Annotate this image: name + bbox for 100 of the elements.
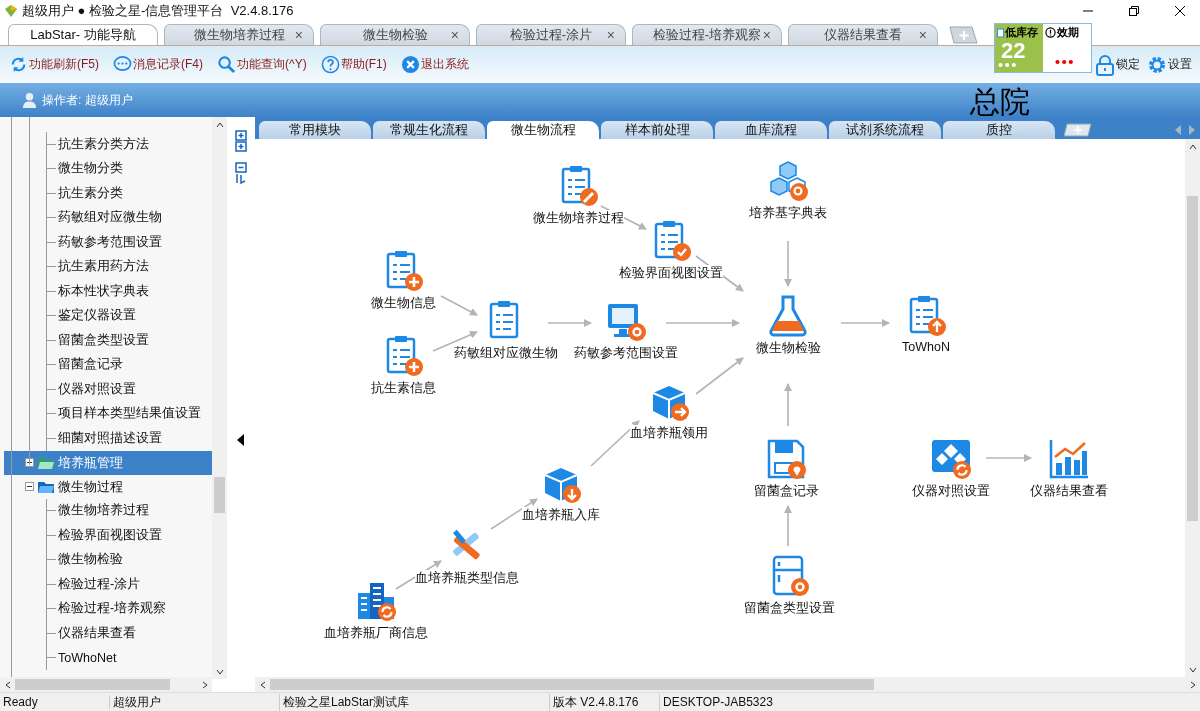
toolbar-button[interactable]: 退出系统 bbox=[397, 53, 472, 76]
more-dots-icon bbox=[1055, 59, 1075, 65]
close-icon[interactable] bbox=[1174, 5, 1186, 17]
flow-node-label[interactable]: 微生物培养过程 bbox=[532, 210, 624, 227]
flow-arrow bbox=[985, 454, 1032, 462]
low-stock-count: 22 bbox=[1000, 40, 1026, 62]
bar-chart-icon[interactable] bbox=[1047, 437, 1091, 481]
tree-item[interactable]: 微生物检验 bbox=[56, 550, 125, 570]
flow-node-label[interactable]: 留菌盒记录 bbox=[753, 483, 819, 500]
flow-node-label[interactable]: 仪器对照设置 bbox=[912, 483, 990, 500]
flask-icon[interactable] bbox=[766, 294, 810, 338]
status-text: 版本 V2.4.8.176 bbox=[550, 693, 660, 711]
tree-item[interactable]: 微生物分类 bbox=[56, 159, 125, 179]
document-icon bbox=[997, 27, 1004, 38]
operator-label: 操作者: 超级用户 bbox=[42, 91, 133, 109]
scrollbar-thumb[interactable] bbox=[270, 679, 874, 690]
status-text: 检验之星LabStar测试库 bbox=[280, 693, 550, 711]
flow-node-label[interactable]: 抗生素信息 bbox=[370, 380, 436, 397]
module-tab[interactable]: 质控 bbox=[943, 121, 1055, 139]
module-tab[interactable]: 微生物流程 bbox=[487, 121, 599, 139]
add-tab-icon[interactable] bbox=[948, 26, 978, 44]
flow-node-label[interactable]: 培养基字典表 bbox=[749, 205, 827, 222]
tree-item[interactable]: 检验过程-培养观察 bbox=[56, 599, 169, 619]
scroll-right-icon[interactable] bbox=[1188, 125, 1196, 135]
toolbar-button[interactable]: 功能查询(^Y) bbox=[214, 53, 310, 76]
alert-panel[interactable]: 低库存 22 效期 bbox=[994, 23, 1092, 73]
tree-item[interactable]: 药敏参考范围设置 bbox=[56, 232, 164, 252]
restore-icon[interactable] bbox=[1128, 5, 1140, 17]
tree-item[interactable]: 检验界面视图设置 bbox=[56, 525, 164, 545]
module-tab[interactable]: 常用模块 bbox=[259, 121, 371, 139]
flow-node-label[interactable]: 血培养瓶厂商信息 bbox=[324, 625, 428, 642]
tree-item[interactable]: 仪器结果查看 bbox=[56, 623, 138, 643]
flow-node-label[interactable]: 微生物检验 bbox=[755, 340, 821, 357]
folder-icon bbox=[37, 479, 55, 494]
flow-node-label[interactable]: ToWhoN bbox=[902, 340, 950, 354]
scrollbar-thumb[interactable] bbox=[15, 679, 170, 690]
lock-icon bbox=[1094, 53, 1116, 76]
flow-node-label[interactable]: 微生物信息 bbox=[370, 295, 436, 312]
scrollbar-thumb[interactable] bbox=[1187, 196, 1198, 521]
module-tab[interactable]: 常规生化流程 bbox=[373, 121, 485, 139]
grid-icon[interactable] bbox=[929, 437, 973, 481]
expander-icon[interactable] bbox=[25, 458, 34, 467]
tree-item[interactable]: 抗生素用药方法 bbox=[56, 257, 151, 277]
tree-item[interactable]: 标本性状字典表 bbox=[56, 281, 151, 301]
toolbar-button[interactable]: 帮助(F1) bbox=[317, 53, 390, 76]
module-tab[interactable]: 血库流程 bbox=[715, 121, 827, 139]
chat-bubble-icon bbox=[113, 55, 132, 74]
tree-item[interactable]: 检验过程-涂片 bbox=[56, 574, 143, 594]
expiry-label: 效期 bbox=[1057, 25, 1079, 40]
status-text: 超级用户 bbox=[110, 693, 280, 711]
tree-item[interactable]: 留菌盒记录 bbox=[56, 355, 125, 375]
tree-item[interactable]: 细菌对照描述设置 bbox=[56, 428, 164, 448]
flow-node-label[interactable]: 留菌盒类型设置 bbox=[743, 600, 835, 617]
document-tab[interactable]: 检验过程-培养观察× bbox=[632, 24, 782, 45]
toolbar-button[interactable]: 设置 bbox=[1146, 53, 1192, 76]
more-dots-icon bbox=[998, 62, 1018, 68]
flow-node-label[interactable]: 药敏参考范围设置 bbox=[574, 345, 678, 362]
tree-item[interactable]: 微生物培养过程 bbox=[56, 501, 151, 521]
module-tab[interactable]: 试剂系统流程 bbox=[829, 121, 941, 139]
flow-node-label[interactable]: 血培养瓶类型信息 bbox=[415, 570, 519, 587]
tree-item[interactable]: 抗生素分类方法 bbox=[56, 134, 151, 154]
site-title: 总院 bbox=[970, 84, 1030, 120]
flow-arrow bbox=[547, 319, 592, 327]
document-tab[interactable]: 微生物培养过程 × bbox=[164, 24, 314, 45]
scrollbar-thumb[interactable] bbox=[214, 477, 225, 513]
collapse-panel-icon[interactable] bbox=[237, 434, 245, 446]
flow-arrow bbox=[784, 383, 792, 427]
toolbar-button[interactable]: 消息记录(F4) bbox=[110, 53, 206, 76]
flow-node-label[interactable]: 仪器结果查看 bbox=[1030, 483, 1108, 500]
expander-icon[interactable] bbox=[25, 482, 34, 491]
flow-node-label[interactable]: 检验界面视图设置 bbox=[619, 265, 723, 282]
low-stock-label: 低库存 bbox=[1005, 25, 1038, 40]
tree-item[interactable]: ToWhoNet bbox=[56, 649, 119, 666]
flow-arrow bbox=[784, 505, 792, 547]
module-tab[interactable]: 样本前处理 bbox=[601, 121, 713, 139]
collapse-all-icon[interactable] bbox=[235, 162, 247, 184]
status-text: Ready bbox=[0, 695, 110, 709]
tree-item[interactable]: 留菌盒类型设置 bbox=[56, 330, 151, 350]
add-tab-icon[interactable] bbox=[1063, 123, 1093, 137]
document-tab[interactable]: 仪器结果查看 × bbox=[788, 24, 938, 45]
document-tab[interactable]: 检验过程-涂片 × bbox=[476, 24, 626, 45]
flow-node-label[interactable]: 血培养瓶入库 bbox=[522, 507, 600, 524]
flow-arrow bbox=[695, 357, 744, 395]
tree-item[interactable]: 药敏组对应微生物 bbox=[56, 208, 164, 228]
window-title: 超级用户 ● 检验之星-信息管理平台 V2.4.8.176 bbox=[22, 2, 294, 20]
tree-item[interactable]: 项目样本类型结果值设置 bbox=[56, 404, 203, 424]
expand-all-icon[interactable] bbox=[235, 130, 247, 152]
scroll-left-icon[interactable] bbox=[1174, 125, 1182, 135]
toolbar-button[interactable]: 锁定 bbox=[1094, 53, 1140, 76]
flow-node-label[interactable]: 药敏组对应微生物 bbox=[454, 345, 558, 362]
tree-item[interactable]: 仪器对照设置 bbox=[56, 379, 138, 399]
document-tab[interactable]: 微生物检验 × bbox=[320, 24, 470, 45]
document-tab[interactable]: LabStar- 功能导航 bbox=[8, 24, 158, 45]
tree-item[interactable]: 鉴定仪器设置 bbox=[56, 306, 138, 326]
tree-folder-item[interactable]: 微生物过程 bbox=[4, 474, 212, 499]
flow-arrow bbox=[784, 240, 792, 287]
tree-item[interactable]: 抗生素分类 bbox=[56, 183, 125, 203]
flow-node-label[interactable]: 血培养瓶领用 bbox=[630, 425, 708, 442]
toolbar-button[interactable]: 功能刷新(F5) bbox=[6, 53, 102, 76]
tree-folder-item[interactable]: 培养瓶管理 bbox=[4, 450, 212, 475]
